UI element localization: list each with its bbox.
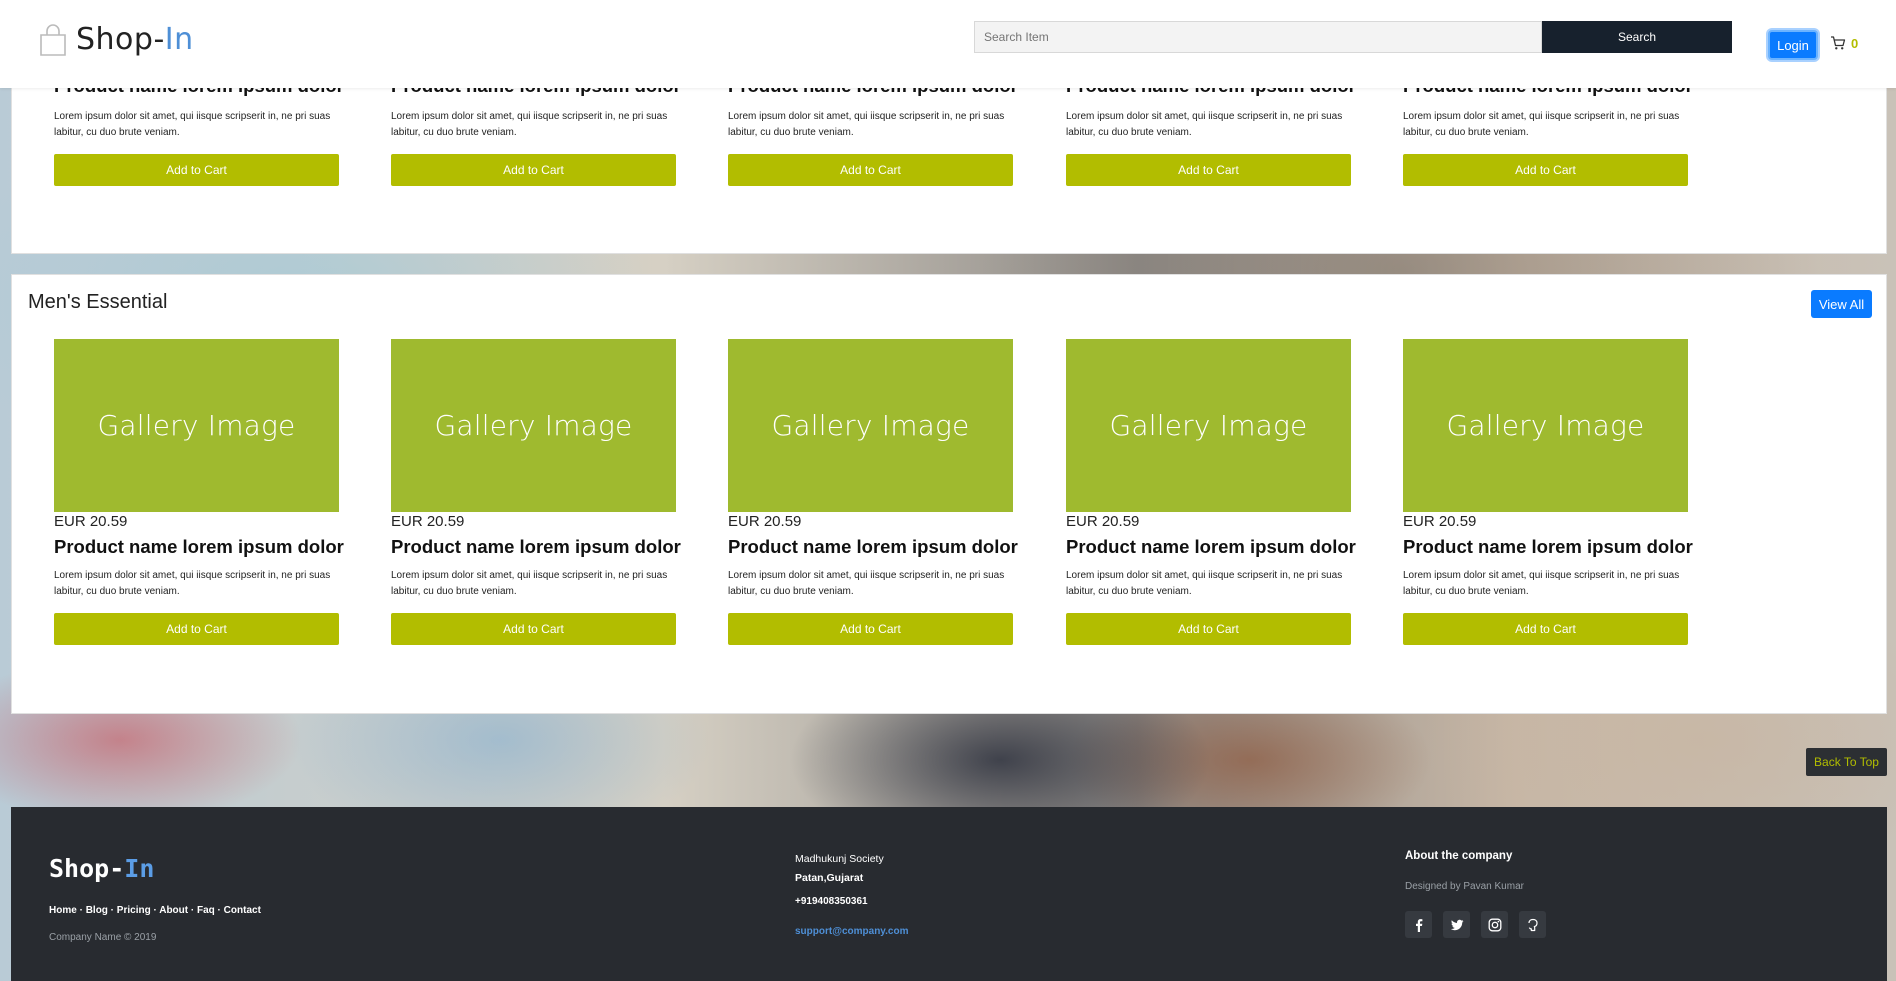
address-line-2: Patan,Gujarat — [795, 872, 864, 884]
link-separator: · — [76, 905, 86, 916]
product-card: Gallery Image EUR 20.59 Product name lor… — [54, 339, 344, 645]
product-description: Lorem ipsum dolor sit amet, qui iisque s… — [1066, 570, 1343, 597]
login-button[interactable]: Login — [1768, 30, 1818, 60]
phone-number: +919408350361 — [795, 896, 868, 907]
footer-link-about[interactable]: About — [159, 905, 188, 916]
section-title: Men's Essential — [28, 291, 168, 313]
product-card: Gallery Image EUR 20.59 Product name lor… — [391, 339, 681, 645]
product-price: EUR 20.59 — [54, 513, 128, 530]
product-description: Lorem ipsum dolor sit amet, qui iisque s… — [54, 111, 331, 138]
product-section-previous: Product name lorem ipsum dolor Lorem ips… — [11, 60, 1887, 254]
back-to-top-button[interactable]: Back To Top — [1806, 748, 1887, 776]
product-description: Lorem ipsum dolor sit amet, qui iisque s… — [391, 570, 668, 597]
social-links — [1405, 911, 1557, 938]
product-image[interactable]: Gallery Image — [391, 339, 676, 512]
copyright: Company Name © 2019 — [49, 932, 157, 943]
add-to-cart-button[interactable]: Add to Cart — [391, 154, 676, 186]
product-image[interactable]: Gallery Image — [1066, 339, 1351, 512]
facebook-icon — [1415, 918, 1422, 932]
product-name[interactable]: Product name lorem ipsum dolor — [391, 536, 681, 558]
logo-text: Shop-In — [76, 22, 194, 57]
footer-link-home[interactable]: Home — [49, 905, 77, 916]
product-card: Gallery Image EUR 20.59 Product name lor… — [1066, 339, 1356, 645]
twitter-link[interactable] — [1443, 911, 1470, 938]
product-price: EUR 20.59 — [1403, 513, 1477, 530]
product-card: Gallery Image EUR 20.59 Product name lor… — [728, 339, 1018, 645]
link-separator: · — [214, 905, 224, 916]
product-description: Lorem ipsum dolor sit amet, qui iisque s… — [728, 570, 1005, 597]
product-description: Lorem ipsum dolor sit amet, qui iisque s… — [1403, 570, 1680, 597]
search-input[interactable] — [974, 21, 1542, 53]
cart-count: 0 — [1851, 35, 1859, 51]
product-card: Gallery Image EUR 20.59 Product name lor… — [1403, 339, 1693, 645]
address-line-1: Madhukunj Society — [795, 853, 884, 865]
product-name[interactable]: Product name lorem ipsum dolor — [1066, 536, 1356, 558]
product-image[interactable]: Gallery Image — [54, 339, 339, 512]
product-name[interactable]: Product name lorem ipsum dolor — [1403, 536, 1693, 558]
mens-essential-section: Men's Essential View All Gallery Image E… — [11, 274, 1887, 714]
footer: Shop-In Home · Blog · Pricing · About · … — [11, 807, 1887, 981]
footer-link-contact[interactable]: Contact — [224, 905, 261, 916]
product-description: Lorem ipsum dolor sit amet, qui iisque s… — [1403, 111, 1680, 138]
footer-link-blog[interactable]: Blog — [86, 905, 108, 916]
add-to-cart-button[interactable]: Add to Cart — [728, 613, 1013, 645]
cart-link[interactable]: 0 — [1830, 35, 1858, 51]
github-link[interactable] — [1519, 911, 1546, 938]
site-logo[interactable]: Shop-In — [38, 22, 194, 57]
add-to-cart-button[interactable]: Add to Cart — [391, 613, 676, 645]
link-separator: · — [107, 905, 117, 916]
product-name[interactable]: Product name lorem ipsum dolor — [728, 536, 1018, 558]
product-image[interactable]: Gallery Image — [1403, 339, 1688, 512]
designed-by: Designed by Pavan Kumar — [1405, 881, 1524, 892]
product-description: Lorem ipsum dolor sit amet, qui iisque s… — [54, 570, 331, 597]
github-icon — [1527, 918, 1538, 931]
add-to-cart-button[interactable]: Add to Cart — [1066, 154, 1351, 186]
footer-logo[interactable]: Shop-In — [49, 854, 154, 883]
search-button[interactable]: Search — [1542, 21, 1732, 53]
footer-link-faq[interactable]: Faq — [197, 905, 215, 916]
view-all-button[interactable]: View All — [1811, 290, 1872, 318]
footer-nav: Home · Blog · Pricing · About · Faq · Co… — [49, 905, 261, 916]
product-image[interactable]: Gallery Image — [728, 339, 1013, 512]
email-link[interactable]: support@company.com — [795, 926, 908, 937]
cart-icon — [1831, 36, 1846, 50]
add-to-cart-button[interactable]: Add to Cart — [1403, 154, 1688, 186]
instagram-icon — [1488, 918, 1501, 931]
add-to-cart-button[interactable]: Add to Cart — [1403, 613, 1688, 645]
about-title: About the company — [1405, 850, 1513, 862]
product-price: EUR 20.59 — [728, 513, 802, 530]
twitter-icon — [1450, 919, 1463, 930]
link-separator: · — [188, 905, 197, 916]
product-description: Lorem ipsum dolor sit amet, qui iisque s… — [728, 111, 1005, 138]
link-separator: · — [150, 905, 160, 916]
product-price: EUR 20.59 — [391, 513, 465, 530]
add-to-cart-button[interactable]: Add to Cart — [728, 154, 1013, 186]
instagram-link[interactable] — [1481, 911, 1508, 938]
product-description: Lorem ipsum dolor sit amet, qui iisque s… — [391, 111, 668, 138]
shopping-bag-icon — [40, 23, 66, 56]
add-to-cart-button[interactable]: Add to Cart — [1066, 613, 1351, 645]
product-price: EUR 20.59 — [1066, 513, 1140, 530]
add-to-cart-button[interactable]: Add to Cart — [54, 613, 339, 645]
product-name[interactable]: Product name lorem ipsum dolor — [54, 536, 344, 558]
product-description: Lorem ipsum dolor sit amet, qui iisque s… — [1066, 111, 1343, 138]
footer-link-pricing[interactable]: Pricing — [117, 905, 151, 916]
header: Shop-In Search Login 0 — [0, 0, 1896, 88]
add-to-cart-button[interactable]: Add to Cart — [54, 154, 339, 186]
facebook-link[interactable] — [1405, 911, 1432, 938]
